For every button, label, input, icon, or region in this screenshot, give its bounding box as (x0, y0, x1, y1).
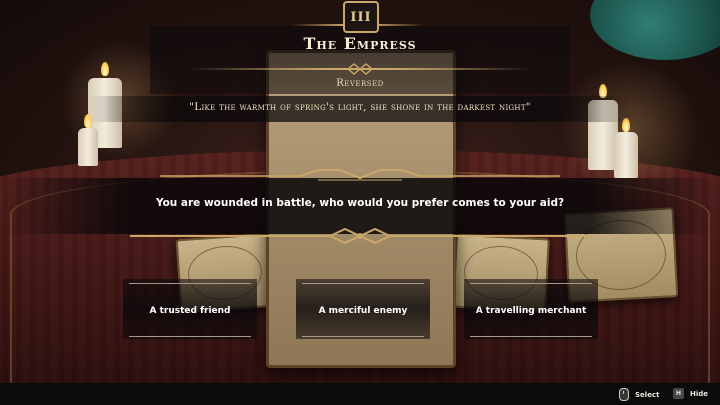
answer-bottom-line (129, 336, 251, 337)
bottom-ornament-divider (130, 227, 590, 245)
card-orientation: Reversed (336, 78, 384, 89)
card-header: III The Empress Reversed "Like the warmt… (0, 0, 720, 122)
select-hint: Select (619, 388, 659, 401)
candle (78, 128, 98, 166)
key-icon: H (673, 388, 684, 399)
control-hints-bar: Select H Hide (0, 383, 720, 405)
card-title: The Empress (303, 34, 417, 53)
answer-option-travelling-merchant[interactable]: A travelling merchant (464, 279, 598, 339)
hide-hint[interactable]: H Hide (673, 388, 708, 399)
answer-option-merciful-enemy[interactable]: A merciful enemy (296, 279, 430, 339)
hide-hint-label: Hide (690, 389, 709, 398)
answer-top-line (470, 283, 592, 284)
answer-label: A merciful enemy (318, 306, 408, 316)
answer-top-line (302, 283, 424, 284)
card-quote: "Like the warmth of spring's light, she … (189, 101, 531, 113)
answer-label: A trusted friend (149, 306, 231, 316)
mouse-icon (619, 388, 629, 401)
answer-bottom-line (470, 336, 592, 337)
question-text: You are wounded in battle, who would you… (155, 197, 565, 209)
answer-top-line (129, 283, 251, 284)
diamond-ornament-icon (346, 63, 374, 75)
answer-label: A travelling merchant (475, 306, 587, 316)
answer-option-trusted-friend[interactable]: A trusted friend (123, 279, 257, 339)
select-hint-label: Select (635, 390, 660, 399)
card-numeral-badge: III (343, 1, 379, 33)
answer-bottom-line (302, 336, 424, 337)
top-ornament-divider (160, 169, 560, 181)
